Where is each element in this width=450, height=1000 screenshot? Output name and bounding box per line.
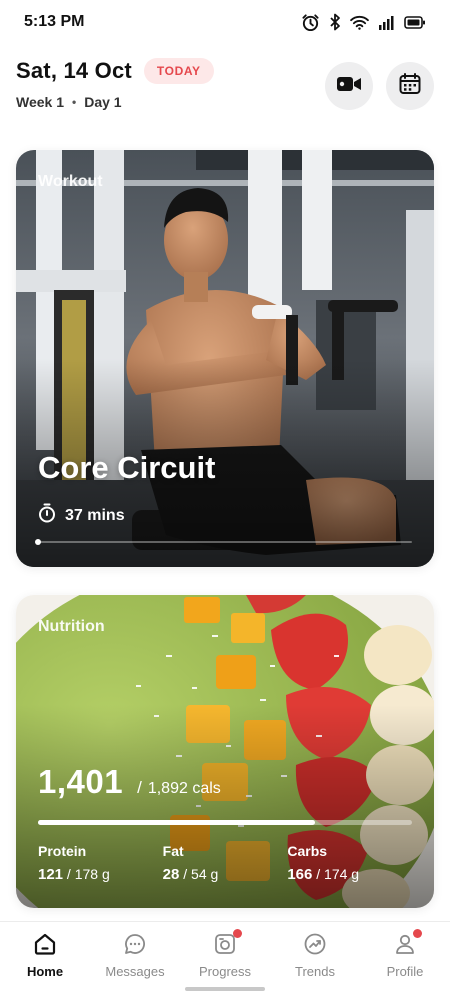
macro-name: Fat (162, 843, 184, 859)
calendar-button[interactable] (386, 62, 434, 110)
status-icons (301, 13, 426, 32)
chat-bubble-icon (122, 931, 148, 957)
video-camera-icon (336, 75, 362, 98)
notification-badge (233, 929, 242, 938)
macro-value: 166 / 174 g (287, 866, 412, 883)
macro-fat: Fat 28 / 54 g (163, 843, 288, 883)
workout-card[interactable]: Workout Core Circuit 37 mins (16, 150, 434, 567)
macro-value: 28 / 54 g (163, 866, 288, 883)
macros-row: Protein 121 / 178 g Fat 28 / 54 g Carbs … (38, 843, 412, 883)
user-icon (392, 929, 422, 957)
macro-value: 121 / 178 g (38, 866, 163, 883)
workout-duration: 37 mins (38, 503, 125, 528)
workout-progress-track (35, 539, 412, 545)
home-indicator[interactable] (185, 987, 265, 991)
date-title[interactable]: Sat, 14 Oct (16, 58, 132, 84)
bluetooth-icon (329, 13, 341, 31)
day-label: Day 1 (84, 94, 122, 110)
separator-dot: • (72, 95, 77, 109)
calories-progress-fill (38, 820, 315, 825)
macro-current: 28 (162, 866, 180, 883)
calories-summary: 1,401 / 1,892 cals (38, 763, 221, 801)
status-time: 5:13 PM (24, 13, 85, 30)
trend-chart-icon (302, 931, 328, 957)
macro-current: 166 (287, 866, 313, 883)
nav-label: Messages (105, 964, 165, 979)
nav-item-messages[interactable]: Messages (90, 922, 180, 1000)
macro-total: / 54 g (179, 866, 219, 882)
nav-label: Trends (295, 964, 335, 979)
calories-consumed: 1,401 (38, 763, 124, 800)
nav-label: Progress (198, 964, 252, 979)
nutrition-label: Nutrition (38, 618, 105, 635)
today-badge[interactable]: TODAY (143, 58, 214, 84)
stopwatch-icon (38, 503, 56, 528)
nav-label: Home (26, 964, 64, 979)
calendar-icon (399, 72, 421, 100)
camera-progress-icon (212, 929, 242, 957)
signal-icon (378, 15, 395, 30)
macro-name: Protein (38, 843, 87, 859)
notification-badge (413, 929, 422, 938)
macro-carbs: Carbs 166 / 174 g (287, 843, 412, 883)
macro-total: / 174 g (312, 866, 360, 882)
duration-value: 37 mins (65, 506, 125, 524)
day-header: Sat, 14 Oct TODAY Week 1 • Day 1 (16, 58, 434, 122)
home-icon (32, 931, 58, 957)
alarm-icon (301, 13, 320, 32)
battery-icon (404, 15, 426, 29)
calories-progress-bar (38, 820, 412, 825)
nav-item-profile[interactable]: Profile (360, 922, 450, 1000)
workout-progress-indicator (35, 539, 41, 545)
wifi-icon (350, 15, 369, 30)
macro-total: / 178 g (63, 866, 110, 882)
video-call-button[interactable] (325, 62, 373, 110)
workout-label: Workout (38, 173, 103, 190)
calories-separator: / (137, 778, 142, 797)
nutrition-card[interactable]: Nutrition 1,401 / 1,892 cals Protein 121… (16, 595, 434, 908)
nav-label: Profile (386, 964, 424, 979)
status-bar: 5:13 PM (0, 0, 450, 44)
header-actions (325, 62, 434, 110)
calories-goal: 1,892 cals (147, 780, 221, 797)
workout-title: Core Circuit (38, 450, 216, 485)
nav-item-home[interactable]: Home (0, 922, 90, 1000)
macro-current: 121 (38, 866, 64, 883)
week-label: Week 1 (16, 94, 64, 110)
macro-protein: Protein 121 / 178 g (38, 843, 163, 883)
macro-name: Carbs (287, 843, 328, 859)
nav-item-trends[interactable]: Trends (270, 922, 360, 1000)
